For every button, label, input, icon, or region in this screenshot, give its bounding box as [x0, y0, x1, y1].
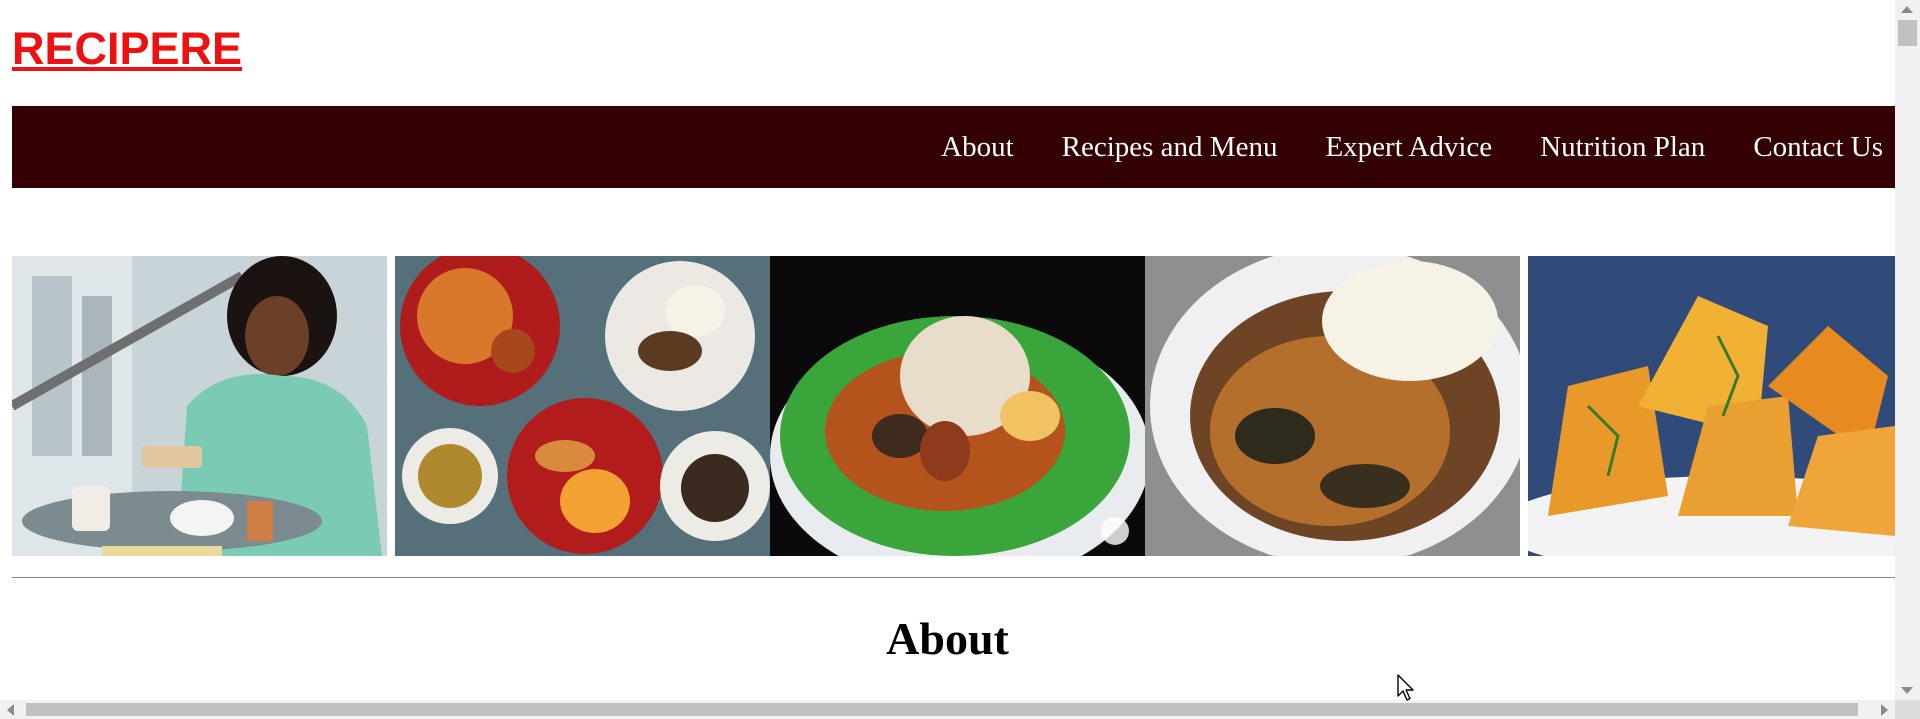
gallery-image-jollof-rice-platter [395, 256, 770, 556]
nav-item-recipes-and-menu[interactable]: Recipes and Menu [1062, 131, 1278, 164]
gallery-image-moi-moi [1528, 256, 1895, 556]
vertical-scroll-thumb[interactable] [1898, 20, 1917, 46]
nav-item-contact-us[interactable]: Contact Us [1753, 131, 1883, 164]
scroll-down-arrow-icon[interactable] [1901, 687, 1913, 694]
food-gallery [12, 256, 1895, 556]
about-section-title: About [886, 613, 1009, 664]
scrollbar-corner [1895, 700, 1920, 719]
horizontal-scrollbar[interactable] [0, 700, 1895, 719]
site-logo-link[interactable]: RECIPERE [12, 22, 242, 76]
scroll-right-arrow-icon[interactable] [1881, 704, 1888, 716]
gallery-image-ofada-rice-leaf [770, 256, 1145, 556]
scroll-up-arrow-icon[interactable] [1901, 6, 1913, 13]
nav-item-nutrition-plan[interactable]: Nutrition Plan [1540, 131, 1705, 164]
gallery-image-egusi-soup-fufu [1145, 256, 1520, 556]
gallery-image-woman-breakfast [12, 256, 387, 556]
scroll-left-arrow-icon[interactable] [7, 704, 14, 716]
section-divider [12, 577, 1895, 578]
page: RECIPERE About Recipes and Menu Expert A… [0, 0, 1895, 700]
horizontal-scroll-thumb[interactable] [26, 703, 1858, 716]
nav-item-expert-advice[interactable]: Expert Advice [1325, 131, 1492, 164]
vertical-scrollbar[interactable] [1895, 0, 1920, 700]
main-navbar: About Recipes and Menu Expert Advice Nut… [12, 106, 1895, 188]
nav-item-about[interactable]: About [941, 131, 1014, 164]
mouse-pointer-icon [1397, 674, 1417, 707]
